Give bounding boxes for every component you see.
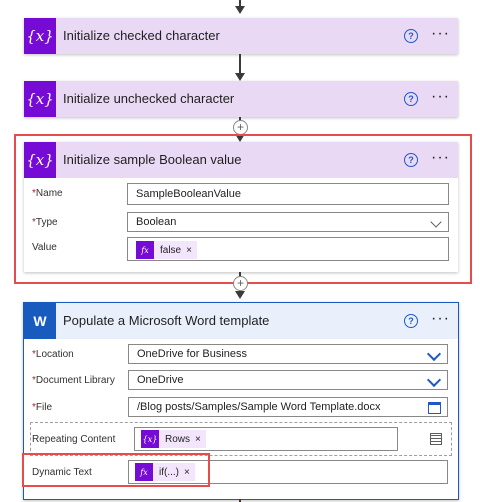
file-input-value: /Blog posts/Samples/Sample Word Template…: [137, 401, 381, 413]
connector-arrow-icon: [235, 73, 245, 81]
chevron-down-icon[interactable]: [426, 372, 442, 388]
connector-line: [239, 54, 241, 74]
more-options-icon[interactable]: ···: [431, 311, 450, 327]
variable-token[interactable]: {x} Rows ×: [141, 430, 206, 448]
add-step-icon[interactable]: +: [233, 120, 248, 135]
step-header[interactable]: {x} Initialize unchecked character ? ···: [24, 81, 458, 117]
step-title: Initialize checked character: [63, 28, 220, 43]
location-dropdown[interactable]: OneDrive for Business: [128, 344, 448, 364]
document-library-label-text: Document Library: [35, 375, 115, 386]
highlight-box: [22, 453, 210, 487]
document-library-value: OneDrive: [137, 374, 184, 386]
folder-icon[interactable]: [428, 402, 441, 414]
step-header[interactable]: W Populate a Microsoft Word template ? ·…: [24, 303, 458, 339]
add-step-icon[interactable]: +: [233, 276, 248, 291]
remove-token-icon[interactable]: ×: [195, 434, 206, 445]
repeating-content-input[interactable]: {x} Rows ×: [134, 427, 398, 451]
step-title: Initialize unchecked character: [63, 91, 235, 106]
location-dropdown-value: OneDrive for Business: [137, 348, 248, 360]
location-label: *Location: [32, 349, 74, 360]
connector-arrow-icon: [235, 6, 245, 14]
variable-icon: {x}: [24, 18, 56, 54]
file-label-text: File: [35, 402, 53, 413]
variable-icon: {x}: [141, 430, 159, 448]
more-options-icon[interactable]: ···: [431, 26, 450, 42]
document-library-label: *Document Library: [32, 375, 115, 386]
token-label: Rows: [165, 433, 191, 445]
step-initialize-unchecked[interactable]: {x} Initialize unchecked character ? ···: [24, 81, 458, 117]
chevron-down-icon[interactable]: [426, 346, 442, 362]
step-title: Populate a Microsoft Word template: [63, 313, 270, 328]
variable-icon: {x}: [24, 81, 56, 117]
repeating-content-label: Repeating Content: [32, 434, 116, 445]
file-label: *File: [32, 402, 52, 413]
table-icon[interactable]: [430, 433, 442, 445]
highlight-box: [14, 134, 472, 284]
help-icon[interactable]: ?: [404, 92, 418, 106]
location-label-text: Location: [35, 349, 74, 360]
help-icon[interactable]: ?: [404, 314, 418, 328]
word-icon-letter: W: [33, 313, 47, 329]
file-input[interactable]: /Blog posts/Samples/Sample Word Template…: [128, 397, 448, 417]
more-options-icon[interactable]: ···: [431, 89, 450, 105]
connector-arrow-icon: [235, 291, 245, 299]
step-header[interactable]: {x} Initialize checked character ? ···: [24, 18, 458, 54]
document-library-dropdown[interactable]: OneDrive: [128, 370, 448, 390]
word-icon: W: [24, 303, 56, 339]
help-icon[interactable]: ?: [404, 29, 418, 43]
step-initialize-checked[interactable]: {x} Initialize checked character ? ···: [24, 18, 458, 54]
